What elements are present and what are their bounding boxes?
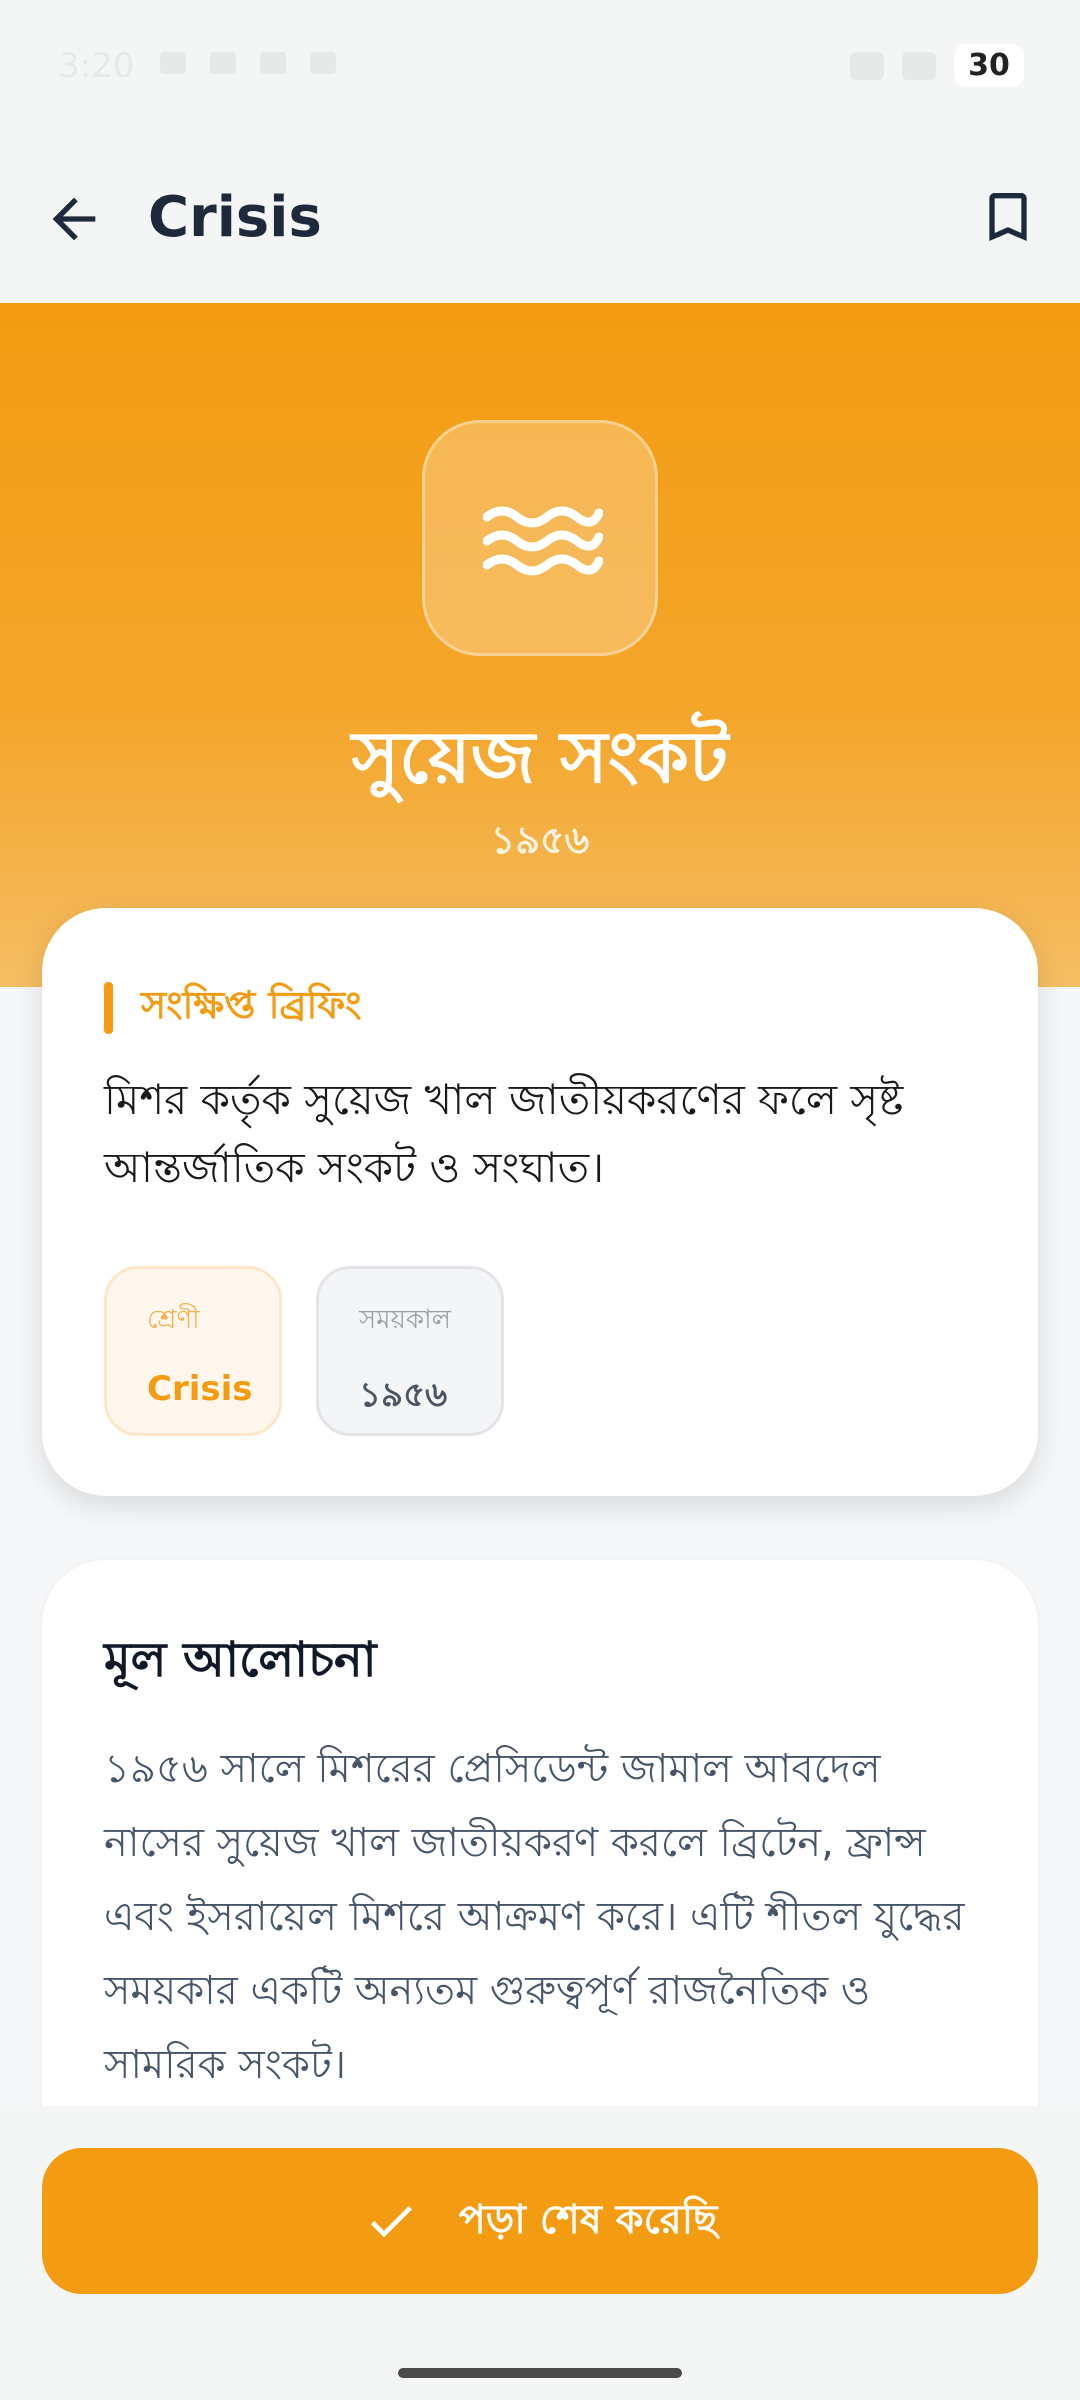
bookmark-icon [989,193,1027,241]
period-label: সময়কাল [359,1305,452,1335]
period-value: ১৯৫৬ [359,1375,448,1415]
accent-bar [104,982,113,1034]
category-chip: শ্রেণী Crisis [104,1266,282,1436]
bookmark-button[interactable] [976,185,1040,249]
discussion-card: মূল আলোচনা ১৯৫৬ সালে মিশরের প্রেসিডেন্ট … [42,1560,1038,2120]
home-indicator[interactable] [398,2368,682,2378]
topic-year: ১৯৫৬ [490,818,590,862]
status-right: 30 [850,44,1024,87]
arrow-left-icon [52,197,96,241]
topic-title: সুয়েজ সংকট [351,715,729,799]
discussion-text: ১৯৫৬ সালে মিশরের প্রেসিডেন্ট জামাল আবদেল… [104,1746,965,2088]
notification-icon [160,52,186,74]
back-button[interactable] [42,187,106,251]
wifi-icon [850,51,884,80]
hero-icon-container [422,420,658,656]
notification-icons [160,52,336,74]
period-chip: সময়কাল ১৯৫৬ [316,1266,504,1436]
check-icon [370,2206,412,2238]
page-title: Crisis [148,185,322,250]
notification-icon [260,52,286,74]
discussion-title: মূল আলোচনা [104,1632,377,1688]
brief-card: সংক্ষিপ্ত ব্রিফিং মিশর কর্তৃক সুয়েজ খাল… [42,908,1038,1496]
status-time: 3:20 [58,46,135,86]
bottom-action-bar: পড়া শেষ করেছি [0,2106,1080,2400]
app-bar: Crisis [0,135,1080,303]
brief-label: সংক্ষিপ্ত ব্রিফিং [141,983,362,1027]
mark-as-read-label: পড়া শেষ করেছি [458,2196,718,2243]
mark-as-read-button[interactable]: পড়া শেষ করেছি [42,2148,1038,2294]
waves-icon [483,506,603,576]
hero-banner: সুয়েজ সংকট ১৯৫৬ [0,303,1080,987]
airplane-icon [902,51,936,80]
notification-icon [210,52,236,74]
category-label: শ্রেণী [147,1305,200,1335]
status-bar: 3:20 30 [0,0,1080,135]
upload-icon [310,52,336,74]
brief-text: মিশর কর্তৃক সুয়েজ খাল জাতীয়করণের ফলে স… [104,1075,904,1192]
category-value: Crisis [147,1369,253,1409]
brief-header: সংক্ষিপ্ত ব্রিফিং [104,976,361,1040]
battery-indicator: 30 [954,44,1024,87]
